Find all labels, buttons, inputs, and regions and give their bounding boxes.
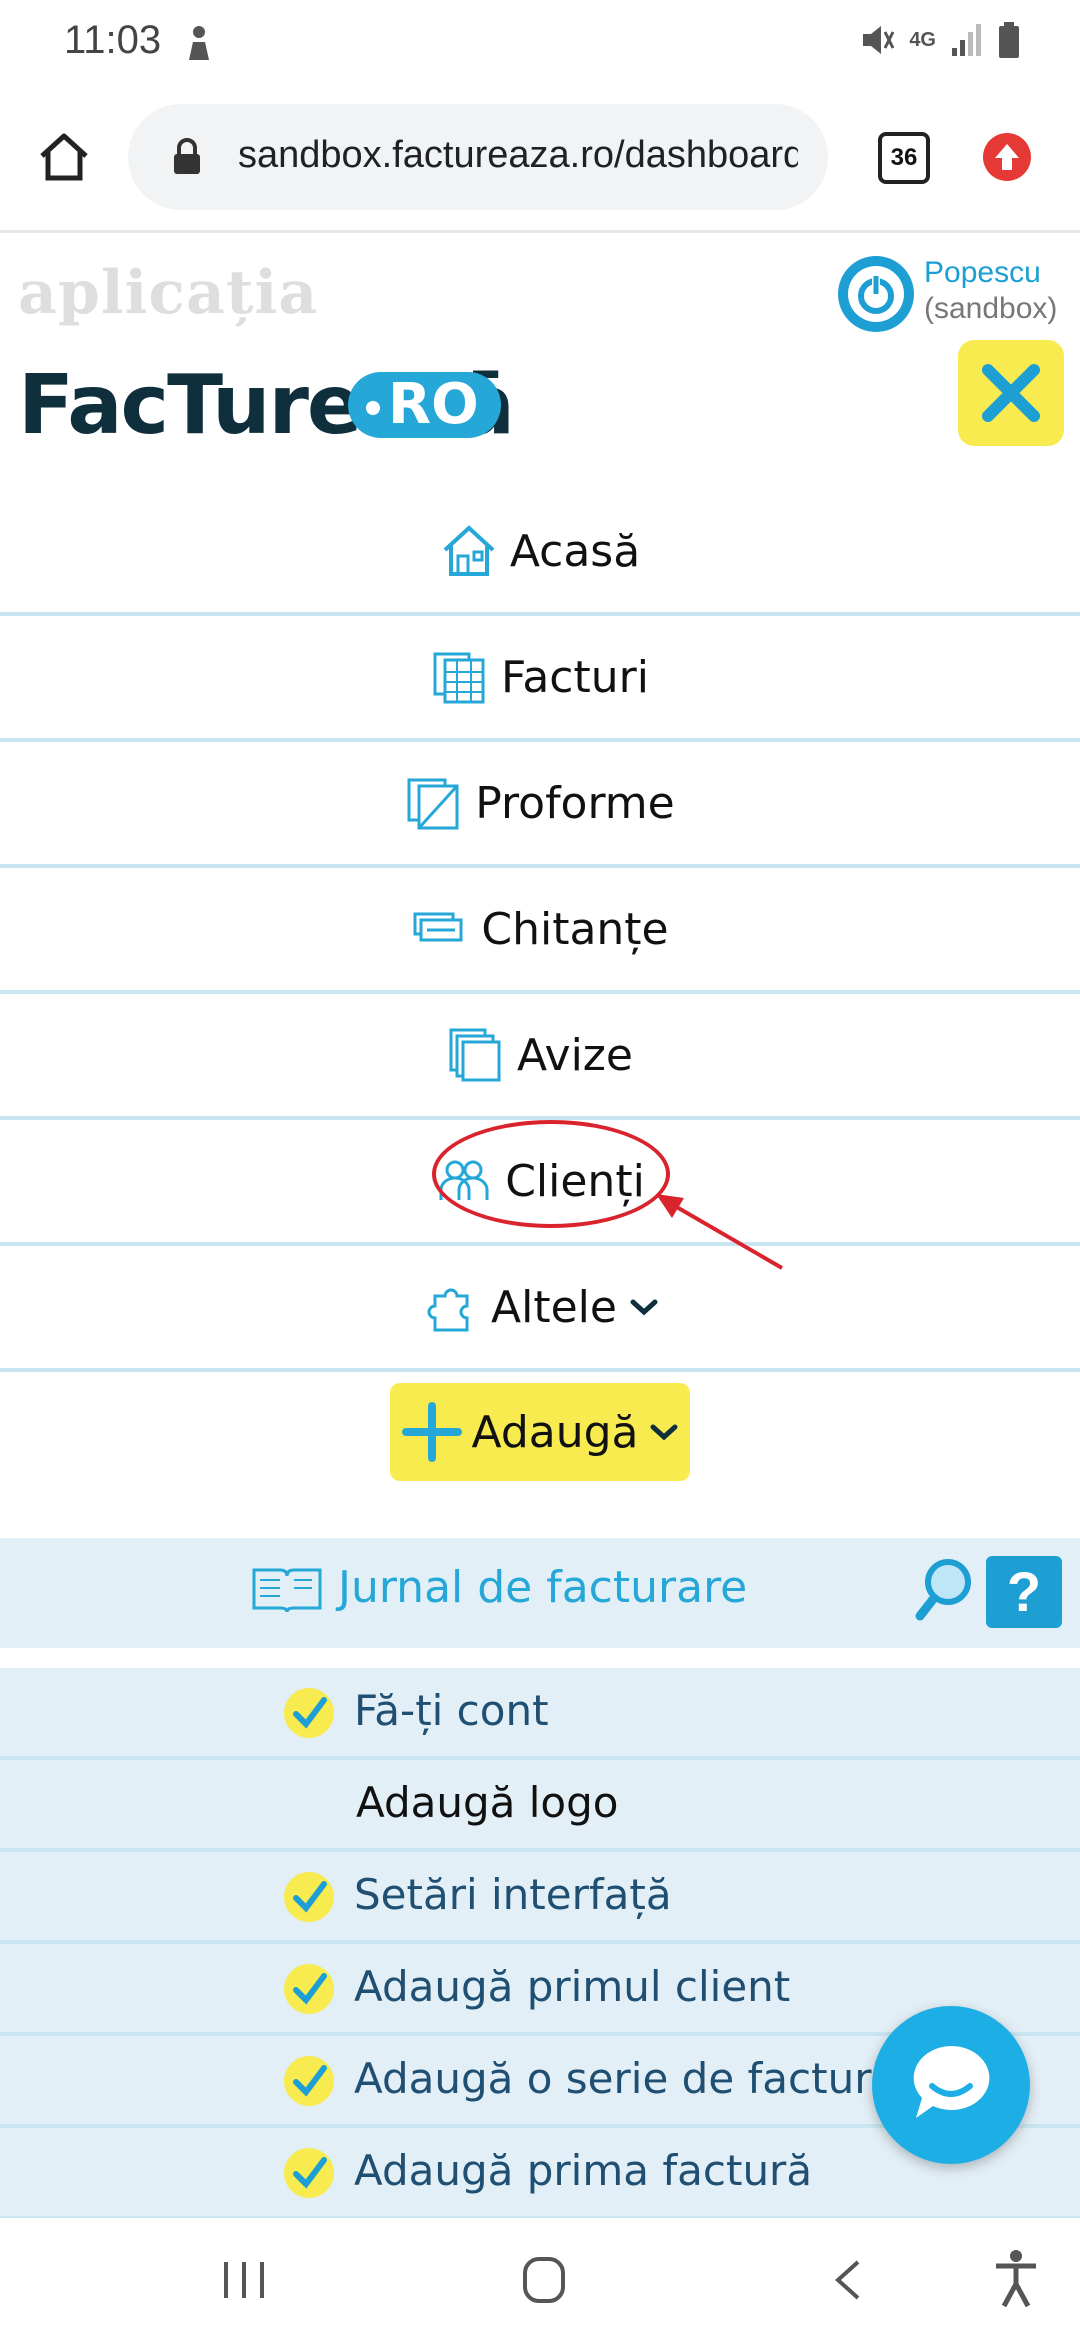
home-icon — [443, 525, 495, 576]
list-item[interactable]: Adaugă logo — [0, 1760, 1080, 1852]
main-menu: Acasă Facturi Proforme Chitanțe Avize Cl… — [0, 490, 1080, 1372]
mute-icon — [863, 26, 895, 54]
brand-logo-suffix[interactable]: RO — [348, 372, 501, 438]
close-icon — [982, 364, 1040, 422]
help-button[interactable]: ? — [986, 1556, 1062, 1628]
signal-icon — [952, 24, 981, 56]
logout-power-icon[interactable] — [838, 256, 914, 332]
tab-switcher-button[interactable]: 36 — [878, 132, 930, 184]
menu-item-facturi[interactable]: Facturi — [0, 616, 1080, 742]
url-text: sandbox.factureaza.ro/dashboard — [238, 134, 798, 176]
delivery-notes-icon — [449, 1028, 501, 1082]
address-bar[interactable]: sandbox.factureaza.ro/dashboard — [128, 104, 828, 210]
chat-icon — [913, 2045, 990, 2118]
annotation-arrow-icon — [656, 1194, 784, 1270]
menu-item-label: Avize — [517, 1029, 633, 1081]
menu-item-label: Chitanțe — [481, 903, 669, 955]
menu-item-acasa[interactable]: Acasă — [0, 490, 1080, 616]
proforma-icon — [407, 778, 459, 830]
tagline: aplicația — [18, 258, 319, 328]
add-button-label: Adaugă — [471, 1406, 639, 1458]
close-menu-button[interactable] — [958, 340, 1064, 446]
upload-icon[interactable] — [982, 132, 1032, 182]
chevron-down-icon — [650, 1424, 677, 1441]
chevron-down-icon — [630, 1299, 658, 1316]
book-icon — [252, 1568, 322, 1613]
menu-item-label: Altele — [491, 1281, 617, 1333]
checklist-label: Fă-ți cont — [354, 1686, 549, 1735]
user-name[interactable]: Popescu — [924, 256, 1041, 290]
menu-item-label: Proforme — [475, 777, 675, 829]
checkmark-icon — [284, 1964, 334, 2014]
checklist-label: Adaugă prima factură — [354, 2146, 813, 2195]
checklist-label: Adaugă primul client — [354, 1962, 791, 2011]
list-item[interactable]: Setări interfață — [0, 1852, 1080, 1944]
network-type: 4G — [909, 28, 936, 51]
menu-item-label: Acasă — [509, 525, 641, 577]
add-button[interactable]: Adaugă — [390, 1383, 690, 1481]
lock-icon — [174, 138, 200, 174]
menu-item-proforme[interactable]: Proforme — [0, 742, 1080, 868]
puzzle-icon — [427, 1288, 469, 1332]
user-environment: (sandbox) — [924, 292, 1058, 325]
menu-item-altele[interactable]: Altele — [0, 1246, 1080, 1372]
checklist-label: Adaugă logo — [356, 1778, 619, 1827]
checkmark-icon — [284, 1872, 334, 1922]
checkmark-icon — [284, 1688, 334, 1738]
chat-button[interactable] — [872, 2006, 1030, 2164]
recents-icon[interactable] — [222, 2260, 266, 2300]
receipts-icon — [413, 912, 463, 942]
status-time: 11:03 — [64, 18, 162, 62]
checklist-label: Adaugă o serie de facturi — [354, 2054, 884, 2103]
system-nav-bar — [0, 2218, 1080, 2340]
checkmark-icon — [284, 2148, 334, 2198]
notification-icon — [189, 26, 209, 60]
list-item[interactable]: Fă-ți cont — [0, 1668, 1080, 1760]
accessibility-icon[interactable] — [992, 2248, 1040, 2308]
checkmark-icon — [284, 2056, 334, 2106]
annotation-circle — [432, 1120, 670, 1228]
journal-title: Jurnal de facturare — [338, 1562, 748, 1613]
battery-icon — [999, 22, 1019, 58]
status-icons: 4G — [859, 22, 1020, 58]
search-icon[interactable] — [912, 1554, 978, 1624]
browser-toolbar: sandbox.factureaza.ro/dashboard 36 — [0, 90, 1080, 233]
status-bar: 11:03 4G — [0, 0, 1080, 90]
menu-item-chitante[interactable]: Chitanțe — [0, 868, 1080, 994]
home-nav-icon[interactable] — [522, 2256, 566, 2304]
home-button-icon[interactable] — [38, 130, 90, 182]
menu-item-avize[interactable]: Avize — [0, 994, 1080, 1120]
journal-header[interactable]: Jurnal de facturare ? — [0, 1538, 1080, 1648]
back-icon[interactable] — [830, 2258, 866, 2302]
checklist-label: Setări interfață — [354, 1870, 672, 1919]
plus-icon — [401, 1402, 462, 1462]
invoices-icon — [433, 652, 485, 704]
menu-item-label: Facturi — [501, 651, 649, 703]
